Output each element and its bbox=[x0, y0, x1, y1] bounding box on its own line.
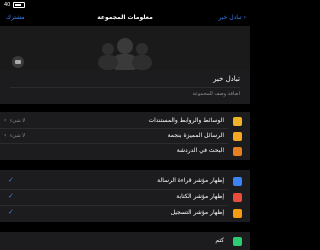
chevron-left-icon: ‹ bbox=[4, 117, 7, 124]
nav-bar: مشترك معلومات المجموعة تبادل خبر › bbox=[0, 12, 250, 26]
media-icon bbox=[233, 117, 242, 126]
back-button[interactable]: تبادل خبر › bbox=[219, 14, 246, 21]
chevron-right-icon: › bbox=[243, 14, 246, 21]
check-row-read[interactable]: ✓ إظهار مؤشر قراءة الرسالة bbox=[0, 174, 250, 188]
bell-icon bbox=[233, 237, 242, 246]
chevron-left-icon: ‹ bbox=[4, 132, 7, 139]
settings-row-media[interactable]: ‹ لا شيء الوسائط والروابط والمستندات bbox=[0, 114, 250, 128]
check-row-typing[interactable]: ✓ إظهار مؤشر الكتابة bbox=[0, 190, 250, 204]
check-icon: ✓ bbox=[8, 176, 14, 184]
read-icon bbox=[233, 177, 242, 186]
media-value: لا شيء bbox=[10, 118, 26, 124]
recording-indicator-label: إظهار مؤشر التسجيل bbox=[170, 209, 224, 216]
battery-icon bbox=[13, 2, 26, 8]
page-title: معلومات المجموعة bbox=[97, 14, 153, 21]
check-row-recording[interactable]: ✓ إظهار مؤشر التسجيل bbox=[0, 206, 250, 220]
settings-row-starred[interactable]: ‹ لا شيء الرسائل المميزة بنجمة bbox=[0, 129, 250, 143]
back-label: تبادل خبر bbox=[218, 14, 242, 21]
status-left: 40 bbox=[4, 2, 26, 8]
group-name: تبادل خبر bbox=[213, 75, 240, 83]
group-description-placeholder: اضافة وصف للمجموعة bbox=[192, 91, 240, 97]
carrier-label: 40 bbox=[4, 2, 11, 8]
typing-icon bbox=[233, 193, 242, 202]
starred-value: لا شيء bbox=[10, 133, 26, 139]
read-indicator-label: إظهار مؤشر قراءة الرسالة bbox=[157, 177, 224, 184]
mute-row[interactable]: كتم bbox=[0, 234, 250, 248]
check-icon: ✓ bbox=[8, 208, 14, 216]
search-label: البحث في الدردشة bbox=[176, 147, 224, 154]
indicators-section: ✓ إظهار مؤشر قراءة الرسالة ✓ إظهار مؤشر … bbox=[0, 170, 250, 222]
star-icon bbox=[233, 132, 242, 141]
media-label: الوسائط والروابط والمستندات bbox=[148, 117, 224, 124]
settings-row-search[interactable]: البحث في الدردشة bbox=[0, 144, 250, 158]
mute-label: كتم bbox=[215, 237, 224, 244]
media-section: ‹ لا شيء الوسائط والروابط والمستندات ‹ ل… bbox=[0, 112, 250, 160]
camera-icon[interactable] bbox=[12, 56, 24, 68]
check-icon: ✓ bbox=[8, 192, 14, 200]
group-name-row[interactable]: تبادل خبر bbox=[0, 72, 250, 86]
status-bar: 40 bbox=[0, 0, 250, 10]
group-info-section: تبادل خبر اضافة وصف للمجموعة bbox=[0, 70, 250, 104]
group-description-row[interactable]: اضافة وصف للمجموعة bbox=[0, 88, 250, 102]
typing-indicator-label: إظهار مؤشر الكتابة bbox=[176, 193, 224, 200]
mic-icon bbox=[233, 209, 242, 218]
search-icon bbox=[233, 147, 242, 156]
mute-section: كتم bbox=[0, 232, 250, 250]
group-avatar-icon[interactable] bbox=[90, 34, 160, 74]
starred-label: الرسائل المميزة بنجمة bbox=[167, 132, 224, 139]
